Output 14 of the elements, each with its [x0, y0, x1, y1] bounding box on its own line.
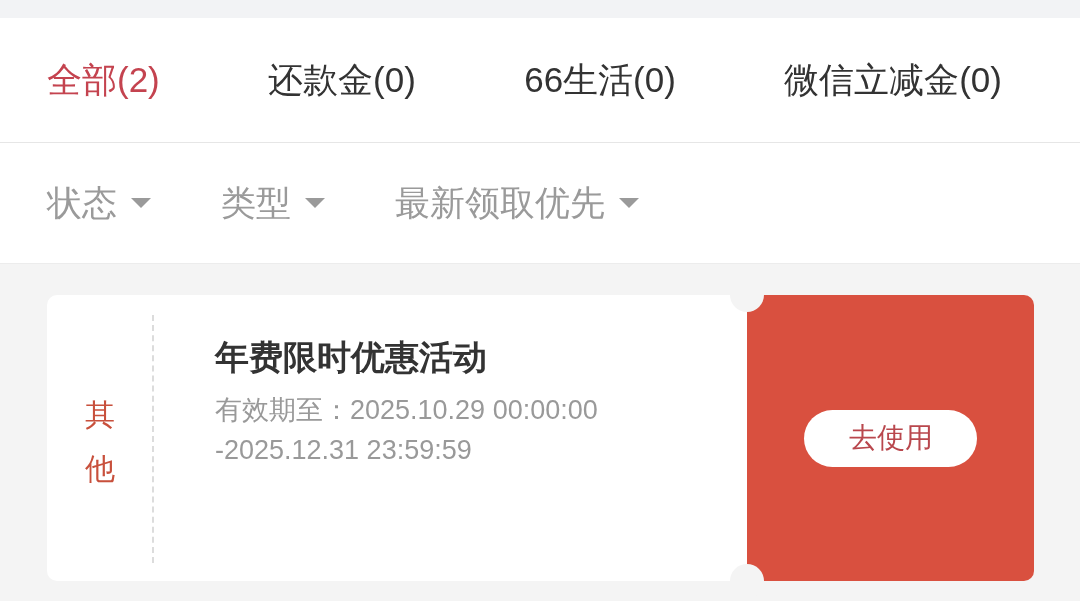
use-button[interactable]: 去使用 — [804, 409, 977, 467]
tab[interactable]: 66生活(0) — [522, 52, 678, 108]
filter-dropdown[interactable]: 最新领取优先 — [393, 175, 641, 231]
tab[interactable]: 微信立减金(0) — [782, 52, 1004, 108]
caret-icon — [131, 198, 151, 208]
caret-icon — [619, 198, 639, 208]
caret-icon — [305, 198, 325, 208]
filter-dropdown[interactable]: 状态 — [45, 175, 153, 231]
category-label: 其他 — [84, 397, 115, 487]
coupon-title: 年费限时优惠活动 — [215, 337, 488, 378]
tab[interactable]: 全部(2) — [45, 52, 162, 108]
tab[interactable]: 还款金(0) — [266, 52, 418, 108]
filter-dropdown[interactable]: 类型 — [219, 175, 327, 231]
validity-text: 有效期至：2025.10.29 00:00:00 -2025.12.31 23:59:59 — [215, 393, 598, 467]
